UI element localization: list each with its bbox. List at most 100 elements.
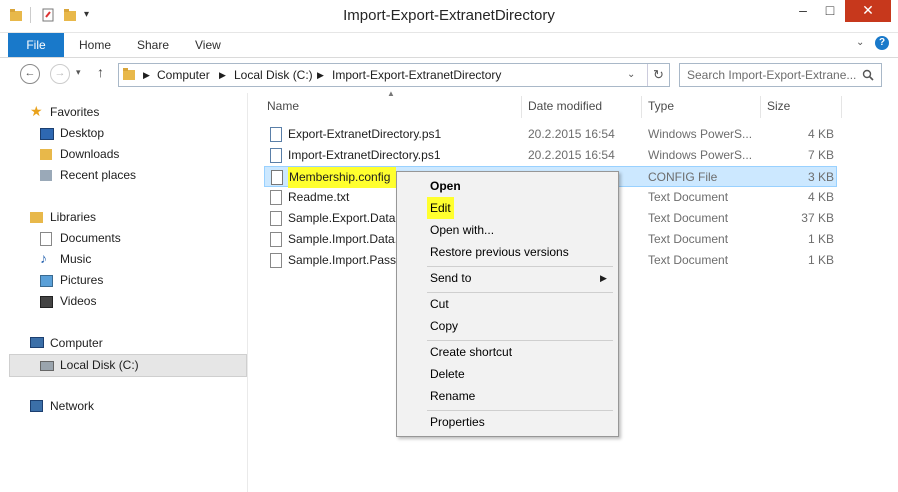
tab-view[interactable]: View: [195, 33, 221, 57]
nav-label: Recent places: [60, 168, 137, 182]
text-file-icon: [270, 190, 282, 205]
column-header-type[interactable]: Type: [642, 96, 761, 118]
breadcrumb-local-disk[interactable]: Local Disk (C:): [234, 64, 313, 86]
menu-item-open[interactable]: Open: [430, 175, 461, 197]
breadcrumb-arrow-icon[interactable]: ▶: [317, 64, 324, 86]
file-name: Readme.txt: [288, 190, 350, 204]
star-icon: ★: [30, 103, 43, 119]
config-file-icon: [271, 170, 283, 185]
file-size: 4 KB: [807, 190, 834, 204]
nav-label: Network: [50, 399, 95, 413]
file-row[interactable]: Export-ExtranetDirectory.ps1 20.2.2015 1…: [264, 124, 837, 145]
computer-icon: [30, 337, 44, 348]
back-button[interactable]: ←: [20, 64, 40, 84]
search-icon[interactable]: [862, 69, 874, 81]
column-header-size[interactable]: Size: [761, 96, 842, 118]
nav-label: Documents: [60, 231, 121, 245]
menu-item-send-to[interactable]: Send to: [430, 267, 471, 289]
file-type: CONFIG File: [648, 170, 718, 184]
file-size: 1 KB: [807, 232, 834, 246]
file-type: Text Document: [648, 211, 729, 225]
documents-icon: [40, 232, 52, 246]
file-type: Text Document: [648, 190, 729, 204]
context-menu: Open Edit Open with... Restore previous …: [396, 171, 619, 437]
nav-pictures[interactable]: Pictures: [0, 270, 246, 291]
music-icon: ♪: [40, 250, 47, 266]
menu-item-rename[interactable]: Rename: [430, 385, 475, 407]
address-bar[interactable]: ▶ Computer ▶ Local Disk (C:) ▶ Import-Ex…: [118, 63, 670, 87]
nav-local-disk[interactable]: Local Disk (C:): [9, 354, 247, 377]
tab-file[interactable]: File: [8, 33, 64, 57]
ribbon-tabs: [0, 33, 898, 58]
breadcrumb-arrow-icon[interactable]: ▶: [219, 64, 226, 86]
refresh-icon[interactable]: ↻: [647, 64, 664, 86]
menu-item-cut[interactable]: Cut: [430, 293, 449, 315]
help-icon[interactable]: ?: [875, 36, 889, 50]
tab-share[interactable]: Share: [137, 33, 169, 57]
menu-item-create-shortcut[interactable]: Create shortcut: [430, 341, 512, 363]
file-name: Membership.config: [288, 167, 396, 188]
nav-libraries[interactable]: Libraries: [0, 207, 246, 228]
desktop-icon: [40, 128, 54, 140]
drive-icon: [40, 361, 54, 371]
column-header-date[interactable]: Date modified: [522, 96, 642, 118]
column-header-name[interactable]: Name: [261, 96, 522, 118]
nav-desktop[interactable]: Desktop: [0, 123, 246, 144]
file-date: 20.2.2015 16:54: [528, 127, 615, 141]
nav-label: Pictures: [60, 273, 104, 287]
file-size: 4 KB: [807, 127, 834, 141]
file-name: Sample.Import.Passwords.txt: [288, 253, 396, 267]
forward-button[interactable]: →: [50, 64, 70, 84]
breadcrumb-folder[interactable]: Import-Export-ExtranetDirectory: [332, 64, 501, 86]
nav-videos[interactable]: Videos: [0, 291, 246, 312]
maximize-button[interactable]: □: [817, 0, 843, 22]
menu-separator: [427, 292, 613, 293]
breadcrumb-arrow-icon[interactable]: ▶: [143, 64, 150, 86]
nav-favorites[interactable]: ★ Favorites: [0, 102, 246, 123]
nav-label: Downloads: [60, 147, 120, 161]
nav-downloads[interactable]: Downloads: [0, 144, 246, 165]
expand-ribbon-icon[interactable]: ⌄: [856, 37, 864, 48]
address-dropdown-icon[interactable]: ⌄: [627, 64, 635, 86]
menu-item-restore-previous-versions[interactable]: Restore previous versions: [430, 241, 569, 263]
file-size: 7 KB: [807, 148, 834, 162]
file-name: Sample.Export.Data.txt: [288, 211, 396, 225]
minimize-button[interactable]: –: [790, 0, 816, 22]
search-box[interactable]: Search Import-Export-Extrane...: [679, 63, 882, 87]
text-file-icon: [270, 211, 282, 226]
nav-documents[interactable]: Documents: [0, 228, 246, 249]
file-size: 37 KB: [801, 211, 834, 225]
file-name: Export-ExtranetDirectory.ps1: [288, 127, 442, 141]
text-file-icon: [270, 253, 282, 268]
file-type: Windows PowerS...: [648, 127, 752, 141]
menu-item-copy[interactable]: Copy: [430, 315, 458, 337]
nav-label: Local Disk (C:): [60, 358, 139, 372]
file-row[interactable]: Import-ExtranetDirectory.ps1 20.2.2015 1…: [264, 145, 837, 166]
nav-recent-places[interactable]: Recent places: [0, 165, 246, 186]
close-button[interactable]: ✕: [845, 0, 891, 22]
menu-item-edit[interactable]: Edit: [427, 197, 454, 219]
nav-label: Desktop: [60, 126, 105, 140]
nav-label: Favorites: [50, 105, 100, 119]
tab-home[interactable]: Home: [79, 33, 111, 57]
breadcrumb-computer[interactable]: Computer: [157, 64, 210, 86]
search-input[interactable]: Search Import-Export-Extrane...: [687, 64, 856, 86]
network-icon: [30, 400, 43, 412]
menu-item-delete[interactable]: Delete: [430, 363, 465, 385]
videos-icon: [40, 296, 53, 308]
file-size: 1 KB: [807, 253, 834, 267]
nav-music[interactable]: ♪ Music: [0, 249, 246, 270]
text-file-icon: [270, 232, 282, 247]
file-type: Text Document: [648, 253, 729, 267]
powershell-file-icon: [270, 148, 282, 163]
downloads-icon: [40, 149, 52, 160]
submenu-arrow-icon: ▶: [600, 273, 607, 283]
up-button[interactable]: ↑: [97, 64, 104, 80]
recent-locations-icon[interactable]: ▾: [76, 67, 81, 78]
nav-computer[interactable]: Computer: [0, 333, 246, 354]
menu-item-open-with[interactable]: Open with...: [430, 219, 494, 241]
recent-places-icon: [40, 170, 52, 181]
file-size: 3 KB: [807, 170, 834, 184]
nav-network[interactable]: Network: [0, 396, 246, 417]
menu-item-properties[interactable]: Properties: [430, 411, 485, 433]
